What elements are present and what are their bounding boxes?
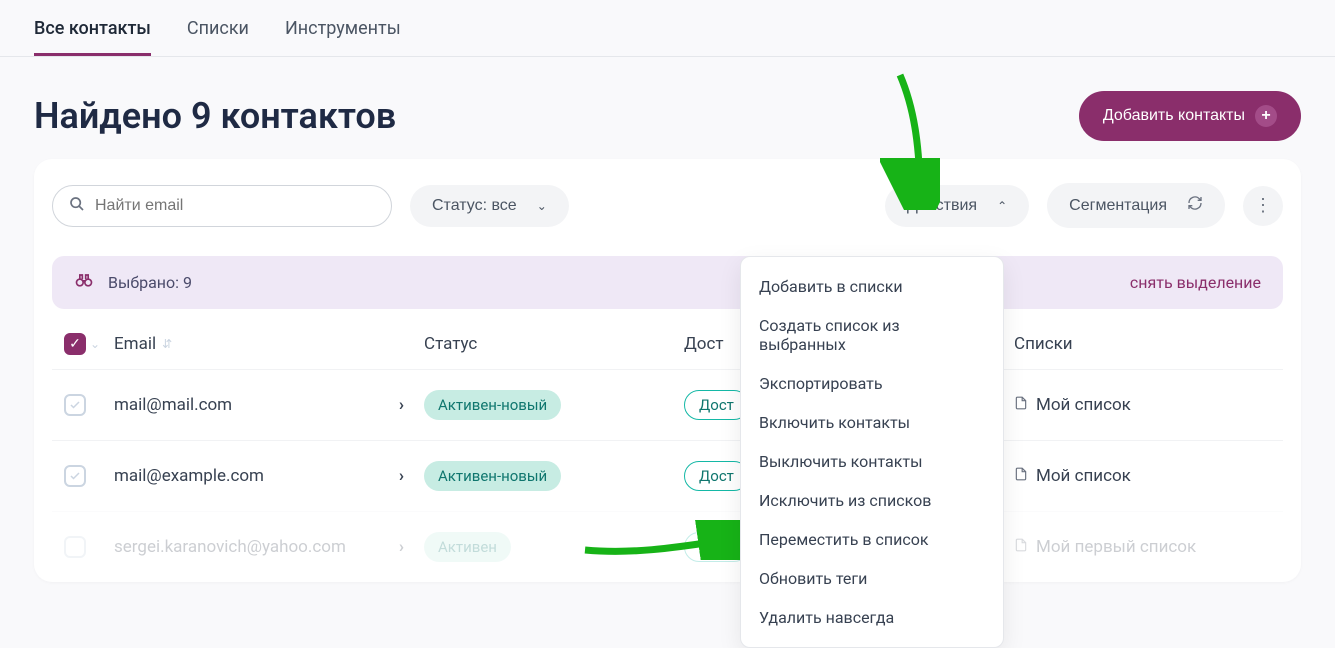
column-email[interactable]: Email — [114, 334, 156, 354]
tab-all-contacts[interactable]: Все контакты — [34, 18, 151, 56]
menu-exclude-from-lists[interactable]: Исключить из списков — [741, 481, 1003, 520]
segmentation-button[interactable]: Сегментация — [1047, 183, 1225, 228]
row-checkbox[interactable] — [64, 465, 86, 487]
row-checkbox[interactable] — [64, 536, 86, 558]
table-row[interactable]: sergei.karanovich@yahoo.com › Активен До… — [52, 511, 1283, 582]
menu-create-list[interactable]: Создать список из выбранных — [741, 306, 1003, 364]
selection-bar: Выбрано: 9 снять выделение — [52, 256, 1283, 309]
file-icon — [1014, 537, 1028, 558]
menu-delete-forever[interactable]: Удалить навсегда — [741, 598, 1003, 637]
select-all-checkbox[interactable]: ✓ — [64, 333, 86, 355]
menu-disable-contacts[interactable]: Выключить контакты — [741, 442, 1003, 481]
chevron-right-icon[interactable]: › — [399, 466, 404, 486]
row-email: mail@mail.com — [114, 395, 232, 415]
column-lists[interactable]: Списки — [1014, 334, 1271, 354]
chevron-down-icon[interactable]: ⌄ — [90, 337, 100, 351]
toolbar: Статус: все ⌄ Действия ⌃ Сегментация ⋮ — [52, 183, 1283, 228]
plus-icon: + — [1255, 105, 1277, 127]
list-chip-label: Мой список — [1036, 395, 1131, 415]
chevron-right-icon[interactable]: › — [399, 537, 404, 557]
dots-vertical-icon: ⋮ — [1254, 195, 1272, 215]
row-email: sergei.karanovich@yahoo.com — [114, 537, 346, 557]
table-row[interactable]: mail@example.com › Активен-новый Дост Мо… — [52, 440, 1283, 511]
chevron-up-icon: ⌃ — [997, 199, 1007, 213]
list-chip-label: Мой список — [1036, 466, 1131, 486]
page-title: Найдено 9 контактов — [34, 95, 396, 137]
menu-update-tags[interactable]: Обновить теги — [741, 559, 1003, 598]
tab-tools[interactable]: Инструменты — [285, 18, 401, 56]
list-chip-label: Мой первый список — [1036, 537, 1196, 557]
list-chip[interactable]: Мой список — [1014, 395, 1131, 416]
menu-move-to-list[interactable]: Переместить в список — [741, 520, 1003, 559]
list-chip[interactable]: Мой список — [1014, 466, 1131, 487]
file-icon — [1014, 466, 1028, 487]
status-badge: Активен — [424, 532, 511, 562]
row-email: mail@example.com — [114, 466, 264, 486]
table-row[interactable]: mail@mail.com › Активен-новый Дост Мой с… — [52, 369, 1283, 440]
row-checkbox[interactable] — [64, 394, 86, 416]
more-button[interactable]: ⋮ — [1243, 186, 1283, 226]
search-input-wrapper[interactable] — [52, 185, 392, 227]
binoculars-icon — [74, 270, 94, 295]
header-row: Найдено 9 контактов Добавить контакты + — [0, 57, 1335, 159]
actions-button[interactable]: Действия ⌃ — [885, 185, 1029, 227]
status-filter-button[interactable]: Статус: все ⌄ — [410, 185, 569, 227]
column-status[interactable]: Статус — [424, 334, 684, 354]
refresh-icon — [1187, 195, 1203, 216]
list-chip[interactable]: Мой первый список — [1014, 537, 1196, 558]
chevron-down-icon: ⌄ — [537, 199, 547, 213]
search-input[interactable] — [95, 197, 375, 215]
tabs: Все контакты Списки Инструменты — [0, 0, 1335, 57]
status-badge: Активен-новый — [424, 390, 561, 420]
tab-lists[interactable]: Списки — [187, 18, 249, 56]
chevron-right-icon[interactable]: › — [399, 395, 404, 415]
actions-label: Действия — [907, 197, 977, 215]
contacts-panel: Статус: все ⌄ Действия ⌃ Сегментация ⋮ В… — [34, 159, 1301, 582]
status-badge: Активен-новый — [424, 461, 561, 491]
sort-icon[interactable]: ⇵ — [162, 337, 172, 351]
actions-dropdown: Добавить в списки Создать список из выбр… — [740, 256, 1004, 648]
search-icon — [69, 196, 85, 216]
status-filter-label: Статус: все — [432, 197, 517, 215]
segmentation-label: Сегментация — [1069, 197, 1167, 215]
menu-enable-contacts[interactable]: Включить контакты — [741, 403, 1003, 442]
add-contacts-label: Добавить контакты — [1103, 107, 1245, 125]
table-header: ✓ ⌄ Email ⇵ Статус Дост Списки — [52, 309, 1283, 369]
file-icon — [1014, 395, 1028, 416]
selected-count-label: Выбрано: 9 — [108, 273, 192, 292]
add-contacts-button[interactable]: Добавить контакты + — [1079, 91, 1301, 141]
menu-add-to-lists[interactable]: Добавить в списки — [741, 267, 1003, 306]
clear-selection-link[interactable]: снять выделение — [1130, 273, 1261, 292]
menu-export[interactable]: Экспортировать — [741, 364, 1003, 403]
